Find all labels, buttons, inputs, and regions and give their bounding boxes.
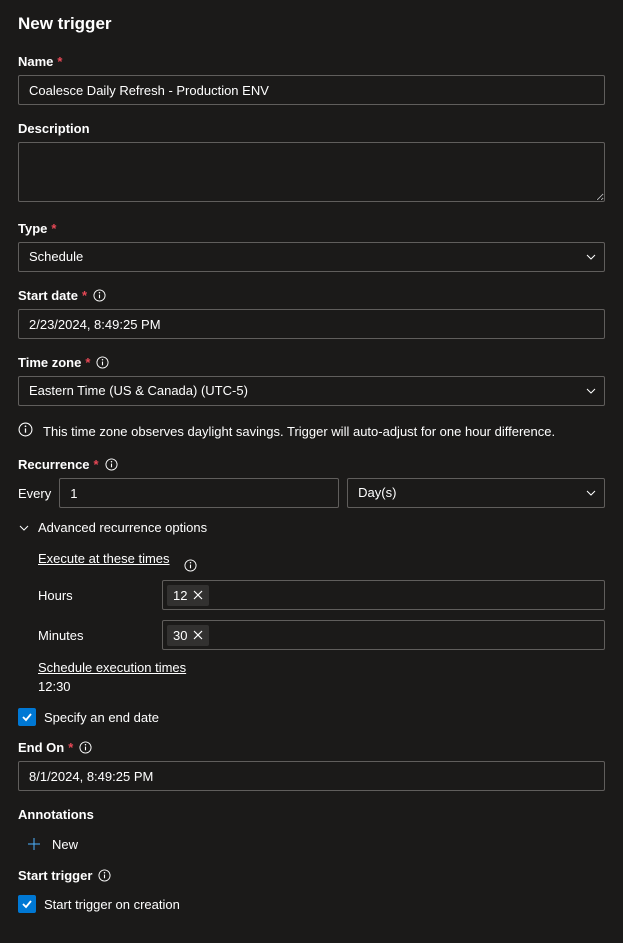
info-icon[interactable]: [98, 869, 111, 882]
execute-times-title: Execute at these times: [38, 551, 170, 566]
start-trigger-row: Start trigger on creation: [18, 895, 605, 913]
minutes-label: Minutes: [38, 628, 162, 643]
required-asterisk: *: [57, 54, 62, 69]
specify-end-date-row: Specify an end date: [18, 708, 605, 726]
specify-end-date-label: Specify an end date: [44, 710, 159, 725]
start-date-label-text: Start date: [18, 288, 78, 303]
required-asterisk: *: [51, 221, 56, 236]
start-trigger-label: Start trigger: [18, 868, 111, 883]
end-on-label-text: End On: [18, 740, 64, 755]
start-date-input[interactable]: [18, 309, 605, 339]
dst-notice-text: This time zone observes daylight savings…: [43, 422, 555, 439]
annotations-new-label: New: [52, 837, 78, 852]
name-label-text: Name: [18, 54, 53, 69]
description-input[interactable]: [18, 142, 605, 202]
end-on-label: End On *: [18, 740, 92, 755]
info-icon[interactable]: [105, 458, 118, 471]
info-icon[interactable]: [79, 741, 92, 754]
dst-notice: This time zone observes daylight savings…: [18, 422, 605, 439]
minutes-tag-value: 30: [173, 628, 187, 643]
required-asterisk: *: [94, 457, 99, 472]
type-label: Type *: [18, 221, 56, 236]
required-asterisk: *: [85, 355, 90, 370]
name-label: Name *: [18, 54, 62, 69]
specify-end-date-checkbox[interactable]: [18, 708, 36, 726]
every-label: Every: [18, 486, 51, 501]
time-zone-group: Time zone * Eastern Time (US & Canada) (…: [18, 355, 605, 406]
description-label: Description: [18, 121, 90, 136]
hours-row: Hours 12: [38, 580, 605, 610]
annotations-new-button[interactable]: New: [18, 836, 605, 852]
annotations-label: Annotations: [18, 807, 94, 822]
end-on-group: End On *: [18, 740, 605, 791]
info-icon[interactable]: [93, 289, 106, 302]
hours-tag: 12: [167, 585, 209, 606]
plus-icon: [26, 836, 42, 852]
recurrence-unit-select[interactable]: Day(s): [347, 478, 605, 508]
annotations-label-text: Annotations: [18, 807, 94, 822]
minutes-tag: 30: [167, 625, 209, 646]
recurrence-label: Recurrence *: [18, 457, 118, 472]
time-zone-label: Time zone *: [18, 355, 109, 370]
minutes-input[interactable]: 30: [162, 620, 605, 650]
schedule-times-value: 12:30: [38, 679, 605, 694]
description-label-text: Description: [18, 121, 90, 136]
info-icon: [18, 422, 33, 437]
close-icon[interactable]: [193, 590, 203, 600]
info-icon[interactable]: [96, 356, 109, 369]
type-select[interactable]: Schedule: [18, 242, 605, 272]
type-label-text: Type: [18, 221, 47, 236]
time-zone-select[interactable]: Eastern Time (US & Canada) (UTC-5): [18, 376, 605, 406]
start-trigger-label-text: Start trigger: [18, 868, 92, 883]
page-title: New trigger: [18, 14, 605, 34]
start-trigger-checkbox[interactable]: [18, 895, 36, 913]
name-input[interactable]: [18, 75, 605, 105]
type-group: Type * Schedule: [18, 221, 605, 272]
hours-label: Hours: [38, 588, 162, 603]
advanced-header[interactable]: Advanced recurrence options: [18, 520, 605, 535]
annotations-group: Annotations New: [18, 807, 605, 852]
required-asterisk: *: [82, 288, 87, 303]
close-icon[interactable]: [193, 630, 203, 640]
recurrence-group: Recurrence * Every Day(s): [18, 457, 605, 508]
schedule-times-title: Schedule execution times: [38, 660, 605, 675]
required-asterisk: *: [68, 740, 73, 755]
description-group: Description: [18, 121, 605, 205]
end-on-input[interactable]: [18, 761, 605, 791]
start-date-group: Start date *: [18, 288, 605, 339]
start-trigger-group: Start trigger: [18, 868, 605, 889]
advanced-header-text: Advanced recurrence options: [38, 520, 207, 535]
recurrence-every-input[interactable]: [59, 478, 339, 508]
recurrence-label-text: Recurrence: [18, 457, 90, 472]
start-trigger-checkbox-label: Start trigger on creation: [44, 897, 180, 912]
advanced-section: Execute at these times Hours 12 Minutes …: [18, 551, 605, 694]
minutes-row: Minutes 30: [38, 620, 605, 650]
info-icon[interactable]: [184, 559, 197, 572]
start-date-label: Start date *: [18, 288, 106, 303]
time-zone-label-text: Time zone: [18, 355, 81, 370]
name-group: Name *: [18, 54, 605, 105]
hours-input[interactable]: 12: [162, 580, 605, 610]
chevron-down-icon: [18, 522, 30, 534]
hours-tag-value: 12: [173, 588, 187, 603]
